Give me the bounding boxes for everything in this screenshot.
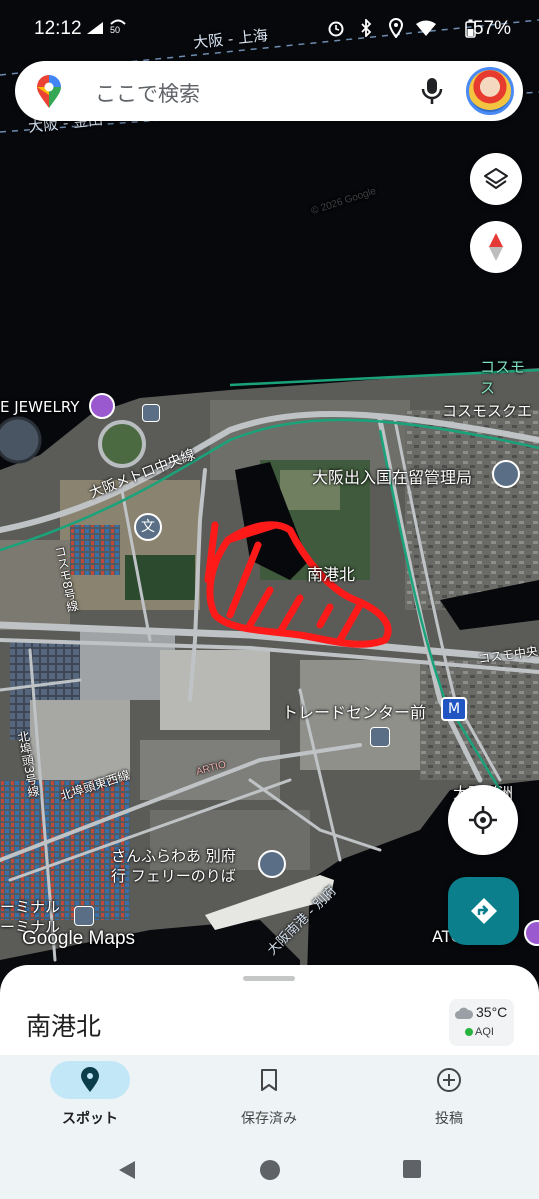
nav-label-spot: スポット xyxy=(62,1111,118,1127)
label-nankoukita[interactable]: 南港北 xyxy=(307,561,355,585)
battery-percent: 57% xyxy=(472,18,511,39)
compass-button[interactable] xyxy=(470,221,522,273)
aqi-label: AQI xyxy=(475,1026,494,1038)
school-poi-icon[interactable]: 文 xyxy=(134,513,162,541)
weather-temperature: 35°C xyxy=(476,1004,508,1020)
label-osaka-nanko-beppu[interactable]: 大阪南港 - 別府 xyxy=(262,881,340,959)
bluetooth-icon xyxy=(359,17,373,39)
add-circle-icon xyxy=(437,1068,461,1092)
my-location-icon xyxy=(469,806,497,834)
account-avatar[interactable] xyxy=(466,67,514,115)
nav-item-saved[interactable]: 保存済み xyxy=(199,1055,359,1144)
metro-station-icon[interactable]: M xyxy=(441,697,467,721)
search-bar[interactable]: ここで検索 xyxy=(15,61,523,121)
back-icon[interactable] xyxy=(117,1159,137,1181)
shopping-poi-icon[interactable] xyxy=(524,920,539,946)
nav-icon-container xyxy=(409,1061,489,1099)
label-sunflower-1[interactable]: さんふらわあ 別府 xyxy=(111,845,236,866)
bookmark-icon xyxy=(261,1069,277,1091)
wifi-icon xyxy=(415,17,437,39)
data-speed-icon: 50 xyxy=(110,17,126,39)
directions-button[interactable] xyxy=(448,877,519,945)
label-cosmo-chuo[interactable]: コスモ中央 xyxy=(477,642,539,667)
status-bar: 12:12 50 57% xyxy=(0,0,539,58)
label-jewelry[interactable]: E JEWELRY xyxy=(0,398,79,416)
status-time: 12:12 xyxy=(34,18,82,39)
nav-item-spot[interactable]: スポット xyxy=(20,1055,180,1144)
weather-chip[interactable]: 35°C AQI xyxy=(449,999,514,1046)
system-navigation-bar xyxy=(0,1144,539,1199)
label-artio: ARTIO xyxy=(195,759,228,778)
cloud-icon xyxy=(455,1007,474,1019)
nav-label-post: 投稿 xyxy=(435,1111,463,1127)
nav-active-indicator xyxy=(50,1061,130,1099)
layers-icon xyxy=(484,168,508,189)
maps-pin-icon xyxy=(35,75,63,108)
google-maps-watermark: Google Maps xyxy=(22,928,136,949)
microphone-icon[interactable] xyxy=(418,76,446,106)
label-cosmo-8[interactable]: コスモ8号線 xyxy=(51,544,82,614)
label-terminal-1[interactable]: ーミナル xyxy=(0,896,60,917)
nav-label-saved: 保存済み xyxy=(241,1111,297,1127)
label-kita-futou-higashi[interactable]: 北埠頭東西線 xyxy=(58,766,132,804)
recents-icon[interactable] xyxy=(402,1159,422,1179)
nav-item-post[interactable]: 投稿 xyxy=(379,1055,539,1144)
location-icon xyxy=(388,17,404,39)
search-input[interactable]: ここで検索 xyxy=(95,78,200,108)
government-poi-icon[interactable] xyxy=(492,460,520,488)
ferry-terminal-poi-icon[interactable] xyxy=(258,850,286,878)
bus-stop-icon[interactable] xyxy=(370,727,390,747)
directions-icon xyxy=(470,898,497,924)
bike-poi-icon[interactable] xyxy=(142,404,160,422)
map-copyright: © 2026 Google xyxy=(309,185,378,218)
alarm-icon xyxy=(327,17,345,39)
shopping-poi-icon[interactable] xyxy=(89,393,115,419)
aqi-indicator-dot xyxy=(465,1028,473,1036)
compass-icon xyxy=(489,233,503,261)
label-immigration-office[interactable]: 大阪出入国在留管理局 xyxy=(312,464,472,488)
network-speed: 50 xyxy=(110,25,121,35)
label-cosmo-top[interactable]: コスモス xyxy=(480,356,539,398)
place-pin-icon xyxy=(81,1067,99,1092)
my-location-button[interactable] xyxy=(448,785,518,855)
sheet-drag-handle[interactable] xyxy=(243,976,295,981)
label-sunflower-2[interactable]: 行 フェリーのりば xyxy=(111,865,236,886)
bus-stop-icon[interactable] xyxy=(74,906,94,926)
bottom-navigation: スポット 保存済み 投稿 xyxy=(0,1055,539,1144)
place-name: 南港北 xyxy=(26,1012,102,1041)
nav-icon-container xyxy=(229,1061,309,1099)
label-kita-futou-3[interactable]: 北埠頭3号線 xyxy=(14,729,42,799)
cell-signal-icon xyxy=(86,17,104,39)
label-metro-chuo-line[interactable]: 大阪メトロ中央線 xyxy=(86,444,198,503)
home-icon[interactable] xyxy=(259,1159,281,1181)
label-trade-center[interactable]: トレードセンター前 xyxy=(282,699,426,723)
label-cosmo-square[interactable]: コスモスクエ xyxy=(442,400,532,421)
layers-button[interactable] xyxy=(470,153,522,205)
